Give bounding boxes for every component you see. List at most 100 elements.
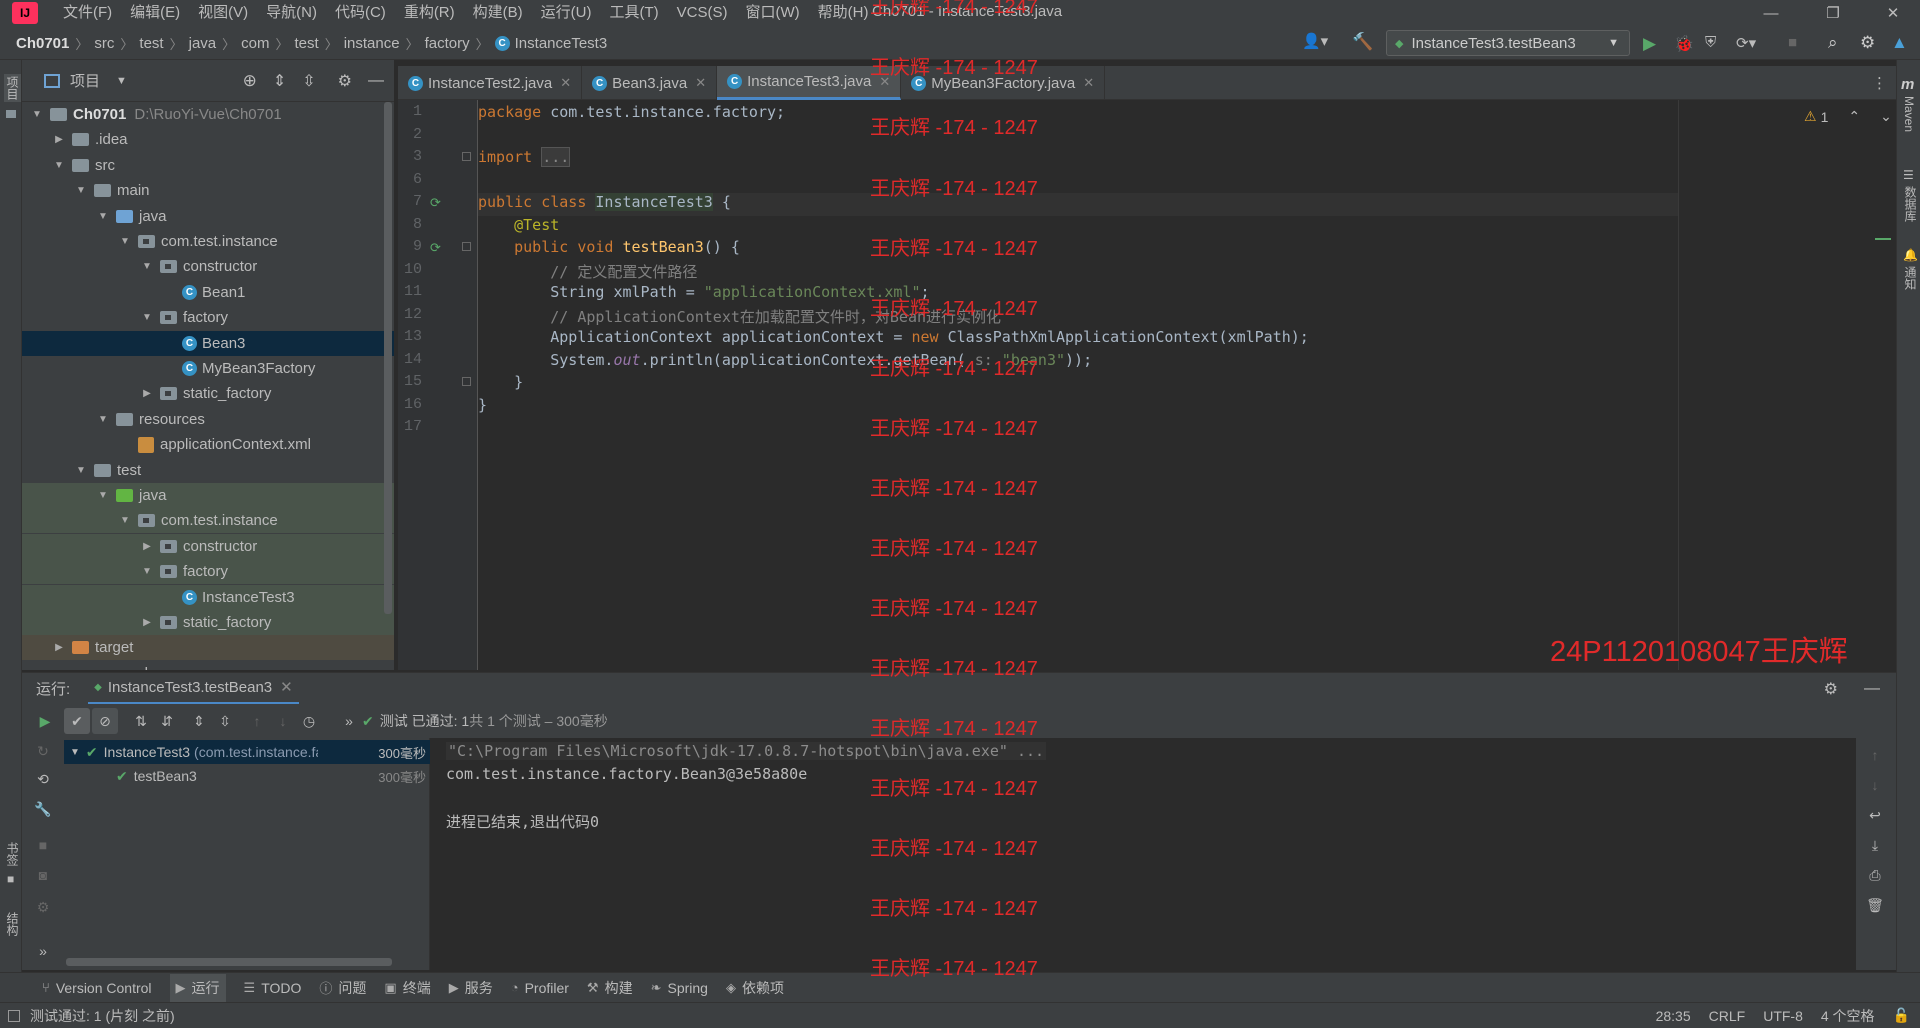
project-tree-item[interactable]: ▶ constructor xyxy=(22,533,394,559)
chevron-right-icon[interactable]: ▶ xyxy=(140,541,154,552)
debug-icon[interactable]: 🐞 xyxy=(1674,34,1694,54)
project-tree-item[interactable]: ▶ static_factory xyxy=(22,610,394,635)
expand-all-icon[interactable]: ⇕ xyxy=(273,71,286,91)
structure-tool-button[interactable]: 结构 xyxy=(4,912,21,936)
caret-position[interactable]: 28:35 xyxy=(1656,1008,1691,1024)
rerun-failed-icon[interactable]: ↻ xyxy=(30,738,56,764)
inspection-widget[interactable]: ⚠ 1 ⌃ ⌄ xyxy=(1804,108,1892,125)
editor-tab[interactable]: C Bean3.java ✕ xyxy=(582,66,718,100)
code-line[interactable]: public void testBean3() { xyxy=(478,238,740,256)
breadcrumb-item[interactable]: Ch0701 xyxy=(16,35,69,52)
close-tab-icon[interactable]: ✕ xyxy=(695,75,706,91)
chevron-down-icon[interactable]: ▼ xyxy=(30,109,44,120)
notifications-tool-button[interactable]: 通知 xyxy=(1902,266,1919,290)
menu-item[interactable]: VCS(S) xyxy=(668,0,737,26)
breadcrumb-item[interactable]: com xyxy=(241,35,269,52)
indent-setting[interactable]: 4 个空格 xyxy=(1821,1006,1875,1026)
expand-all-icon[interactable]: ⇕ xyxy=(186,708,212,734)
settings-gear-icon[interactable]: ⚙ xyxy=(1860,33,1875,53)
project-scrollbar[interactable] xyxy=(384,102,392,614)
project-tree-item[interactable]: ▼ factory xyxy=(22,559,394,585)
hide-run-panel-icon[interactable]: — xyxy=(1864,680,1880,698)
chevron-down-icon[interactable]: ▼ xyxy=(116,75,127,87)
run-configuration-select[interactable]: ◆ InstanceTest3.testBean3 ▼ xyxy=(1386,30,1630,56)
fold-marker-icon[interactable] xyxy=(462,377,471,386)
breadcrumb-item[interactable]: factory xyxy=(425,35,470,52)
search-icon[interactable]: ⌕ xyxy=(1828,33,1838,53)
project-tree-item[interactable]: C Bean3 xyxy=(22,330,394,356)
more-actions-icon[interactable]: » xyxy=(336,708,362,734)
project-tree-item[interactable]: ▼ resources xyxy=(22,407,394,432)
bottom-tool-button[interactable]: ⚒ 构建 xyxy=(587,978,633,998)
menu-item[interactable]: 文件(F) xyxy=(54,0,121,26)
chevron-down-icon[interactable]: ▼ xyxy=(96,414,110,425)
chevron-down-icon[interactable]: ▼ xyxy=(118,515,132,526)
project-tool-button[interactable]: 项目 xyxy=(4,74,21,102)
line-separator[interactable]: CRLF xyxy=(1709,1008,1746,1024)
profile-icon[interactable]: ⟳▾ xyxy=(1736,34,1756,52)
project-tree-item[interactable]: ▶ static_factory xyxy=(22,381,394,406)
vcs-user-icon[interactable]: 👤▾ xyxy=(1302,32,1328,50)
project-tree-item[interactable]: ▼ src xyxy=(22,153,394,178)
fold-marker-icon[interactable] xyxy=(462,242,471,251)
coverage-icon[interactable]: ⛨ xyxy=(1705,34,1716,51)
close-tab-icon[interactable]: ✕ xyxy=(280,678,293,696)
test-method-row[interactable]: ✔ testBean3 300毫秒 xyxy=(64,764,430,788)
locate-file-icon[interactable]: ⊕ xyxy=(243,71,257,91)
console-output[interactable]: "C:\Program Files\Microsoft\jdk-17.0.8.7… xyxy=(432,738,1856,970)
clear-console-icon[interactable]: 🗑 xyxy=(1862,892,1888,918)
previous-test-icon[interactable]: ↑ xyxy=(244,708,270,734)
project-tree-item[interactable]: ▼ test xyxy=(22,458,394,483)
collapse-all-icon[interactable]: ⇳ xyxy=(212,708,238,734)
bottom-tool-button[interactable]: ⑂ Version Control xyxy=(42,980,152,996)
menu-item[interactable]: 代码(C) xyxy=(326,0,395,26)
run-test-gutter-icon[interactable]: ⟳ xyxy=(430,240,441,256)
camera-icon[interactable]: ◙ xyxy=(30,862,56,888)
code-line[interactable]: public class InstanceTest3 { xyxy=(478,193,731,211)
show-passed-icon[interactable]: ✔ xyxy=(64,708,90,734)
menu-item[interactable]: 视图(V) xyxy=(189,0,257,26)
hide-panel-icon[interactable]: — xyxy=(368,72,384,90)
scroll-up-icon[interactable]: ↑ xyxy=(1862,742,1888,768)
close-tab-icon[interactable]: ✕ xyxy=(1083,75,1094,91)
code-line[interactable]: String xmlPath = "applicationContext.xml… xyxy=(478,283,929,301)
chevron-right-icon[interactable]: ▶ xyxy=(52,134,66,145)
minimize-icon[interactable]: — xyxy=(1748,0,1794,26)
run-icon[interactable]: ▶ xyxy=(1643,34,1656,54)
sort-duration-icon[interactable]: ⇵ xyxy=(154,708,180,734)
menu-item[interactable]: 运行(U) xyxy=(532,0,601,26)
project-tree-item[interactable]: C MyBean3Factory xyxy=(22,356,394,381)
next-test-icon[interactable]: ↓ xyxy=(270,708,296,734)
project-tree-item[interactable]: C InstanceTest3 xyxy=(22,584,394,610)
code-line[interactable]: @Test xyxy=(478,216,559,234)
chevron-down-icon[interactable]: ▼ xyxy=(96,490,110,501)
project-tree-item[interactable]: applicationContext.xml xyxy=(22,432,394,457)
restore-icon[interactable]: ❐ xyxy=(1810,0,1856,26)
run-test-gutter-icon[interactable]: ⟳ xyxy=(430,195,441,211)
project-panel-title[interactable]: 项目 xyxy=(70,70,100,91)
chevron-down-icon[interactable]: ▼ xyxy=(140,566,154,577)
wrench-icon[interactable]: 🔧 xyxy=(30,796,56,822)
menu-item[interactable]: 导航(N) xyxy=(257,0,326,26)
menu-item[interactable]: 窗口(W) xyxy=(736,0,808,26)
bottom-tool-button[interactable]: ◈ 依赖项 xyxy=(726,978,784,998)
bottom-tool-button[interactable]: ⓘ 问题 xyxy=(319,978,366,998)
menu-item[interactable]: 编辑(E) xyxy=(121,0,189,26)
breadcrumb-item[interactable]: InstanceTest3 xyxy=(515,35,608,52)
settings-icon[interactable]: ⚙ xyxy=(30,894,56,920)
run-settings-gear-icon[interactable]: ⚙ xyxy=(1824,679,1838,699)
code-line[interactable]: import ... xyxy=(478,147,571,167)
close-tab-icon[interactable]: ✕ xyxy=(560,75,571,91)
project-tree-item[interactable]: ▼ Ch0701 D:\RuoYi-Vue\Ch0701 xyxy=(22,102,394,127)
project-tree-item[interactable]: ▼ com.test.instance xyxy=(22,508,394,534)
menu-item[interactable]: 工具(T) xyxy=(600,0,667,26)
show-ignored-icon[interactable]: ⊘ xyxy=(92,708,118,734)
editor-tab[interactable]: C InstanceTest2.java ✕ xyxy=(398,66,583,100)
file-encoding[interactable]: UTF-8 xyxy=(1763,1008,1803,1024)
chevron-down-icon[interactable]: ▼ xyxy=(74,185,88,196)
panel-options-gear-icon[interactable]: ⚙ xyxy=(338,71,352,91)
scroll-down-icon[interactable]: ↓ xyxy=(1862,772,1888,798)
menu-item[interactable]: 重构(R) xyxy=(395,0,464,26)
bottom-tool-button[interactable]: ❧ Spring xyxy=(651,980,708,996)
breadcrumb-item[interactable]: test xyxy=(295,35,319,52)
